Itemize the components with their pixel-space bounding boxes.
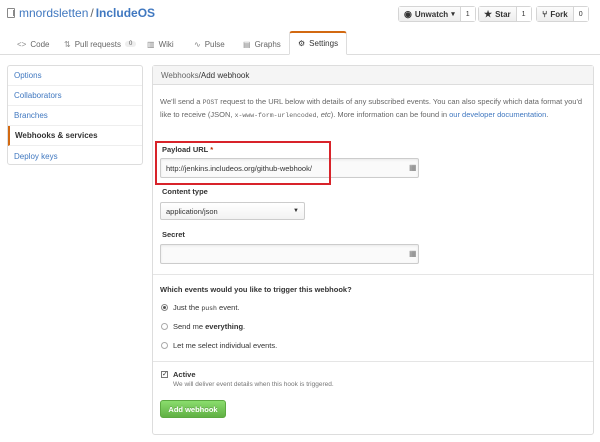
content-type-label: Content type — [162, 187, 208, 196]
option-select-individual-label[interactable]: Let me select individual events. — [173, 341, 277, 350]
clipboard-icon: ▦ — [409, 163, 417, 172]
sidebar-item-options[interactable]: Options — [8, 66, 142, 86]
repo-icon — [7, 8, 15, 18]
chevron-down-icon: ▾ — [451, 11, 455, 18]
clipboard-icon: ▦ — [409, 249, 417, 258]
sidebar-item-branches[interactable]: Branches — [8, 106, 142, 126]
intro-post-code: POST — [202, 99, 219, 106]
content-type-select[interactable]: application/json ▼ — [160, 202, 305, 220]
repo-name-link[interactable]: IncludeOS — [96, 6, 155, 20]
secret-label: Secret — [162, 230, 185, 239]
intro-text: We'll send a POST request to the URL bel… — [160, 96, 585, 121]
option-text: . — [243, 322, 246, 331]
unwatch-button-group: ◉ Unwatch ▾ 1 — [398, 6, 476, 22]
radio-select-individual[interactable] — [161, 342, 168, 349]
sidebar-item-collaborators[interactable]: Collaborators — [8, 86, 142, 106]
intro-part: We'll send a — [160, 97, 203, 106]
divider — [153, 361, 593, 362]
page-title: Add webhook — [200, 70, 250, 80]
book-icon: ▥ — [147, 39, 155, 49]
unwatch-label: Unwatch — [414, 9, 449, 19]
intro-etc: etc — [320, 109, 331, 119]
tab-label: Settings — [309, 39, 339, 48]
star-icon: ★ — [484, 8, 493, 19]
option-send-everything-label[interactable]: Send me everything. — [173, 322, 245, 331]
annotation-highlight-box — [155, 141, 331, 185]
code-icon: <> — [17, 39, 27, 49]
eye-icon: ◉ — [404, 8, 412, 19]
intro-form-code: x-www-form-urlencoded — [234, 111, 317, 119]
tab-code[interactable]: <> Code — [17, 34, 49, 54]
tab-wiki[interactable]: ▥ Wiki — [147, 34, 174, 54]
tab-pull-requests[interactable]: ⇅ Pull requests 0 — [64, 34, 137, 54]
intro-part: . — [546, 109, 549, 119]
tab-settings[interactable]: ⚙ Settings — [289, 31, 348, 55]
divider — [153, 274, 593, 275]
push-code: push — [201, 305, 217, 312]
secret-input[interactable] — [160, 244, 419, 264]
radio-just-push[interactable] — [161, 304, 168, 311]
option-text: Send me — [173, 322, 206, 331]
sidebar-item-deploy-keys[interactable]: Deploy keys — [8, 146, 142, 166]
unwatch-button[interactable]: ◉ Unwatch ▾ — [399, 7, 461, 21]
option-text: event. — [216, 303, 240, 312]
content-type-value: application/json — [166, 206, 218, 216]
fork-button-group: ⑂ Fork 0 — [536, 6, 589, 22]
tab-pulse[interactable]: ∿ Pulse — [194, 34, 225, 54]
tab-label: Pulse — [204, 39, 225, 49]
sidebar-item-webhooks-services[interactable]: Webhooks & services — [8, 126, 142, 146]
pull-request-icon: ⇅ — [64, 39, 71, 49]
forks-count[interactable]: 0 — [573, 7, 588, 21]
gear-icon: ⚙ — [298, 39, 306, 48]
watchers-count[interactable]: 1 — [460, 7, 475, 21]
option-text: Let me select individual events. — [173, 341, 278, 350]
intro-part: ). More information can be found in — [330, 109, 450, 119]
tab-label: Pull requests — [74, 39, 121, 49]
repo-separator: / — [90, 6, 94, 20]
option-text: Just the — [173, 303, 202, 312]
active-note: We will deliver event details when this … — [173, 381, 334, 388]
chevron-down-icon: ▼ — [293, 208, 299, 214]
events-question: Which events would you like to trigger t… — [160, 285, 352, 294]
tab-label: Wiki — [158, 39, 174, 49]
panel-header: Webhooks / Add webhook — [153, 66, 593, 85]
add-webhook-button[interactable]: Add webhook — [160, 400, 226, 418]
fork-icon: ⑂ — [542, 9, 548, 19]
star-label: Star — [495, 9, 511, 19]
settings-sidebar: Options Collaborators Branches Webhooks … — [7, 65, 143, 165]
tab-graphs[interactable]: ▤ Graphs — [243, 34, 281, 54]
breadcrumb-webhooks[interactable]: Webhooks — [161, 71, 199, 80]
star-button[interactable]: ★ Star — [479, 7, 517, 21]
tab-label: Graphs — [254, 39, 281, 49]
active-checkbox[interactable]: ✓ — [161, 371, 168, 378]
repo-title: mnordsletten / IncludeOS — [19, 6, 155, 20]
pulse-icon: ∿ — [194, 39, 201, 49]
tab-label: Code — [30, 39, 50, 49]
stargazers-count[interactable]: 1 — [516, 7, 531, 21]
pull-requests-count: 0 — [124, 41, 137, 47]
repo-owner-link[interactable]: mnordsletten — [19, 6, 88, 20]
developer-documentation-link[interactable]: our developer documentation — [449, 110, 546, 119]
graph-icon: ▤ — [243, 39, 251, 49]
fork-button[interactable]: ⑂ Fork — [537, 7, 574, 21]
active-label[interactable]: Active — [173, 370, 196, 379]
radio-send-everything[interactable] — [161, 323, 168, 330]
fork-label: Fork — [550, 9, 568, 19]
star-button-group: ★ Star 1 — [478, 6, 532, 22]
option-just-push-label[interactable]: Just the push event. — [173, 303, 239, 312]
option-bold-text: everything — [205, 322, 244, 331]
